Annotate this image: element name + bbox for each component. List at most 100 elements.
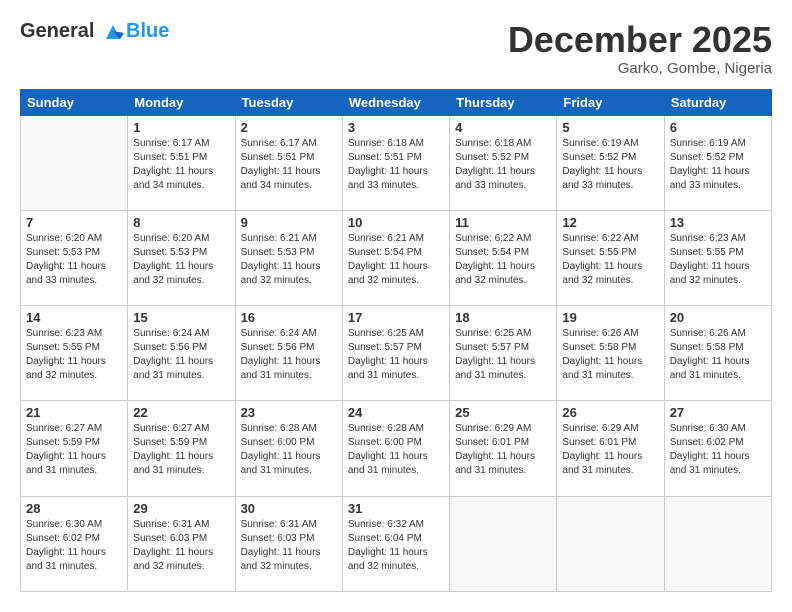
page: General Blue December 2025 Garko, Gombe,… [0,0,792,612]
calendar-cell: 18 Sunrise: 6:25 AMSunset: 5:57 PMDayligh… [450,306,557,401]
day-number: 18 [455,310,551,325]
day-number: 9 [241,215,337,230]
cell-info: Sunrise: 6:27 AMSunset: 5:59 PMDaylight:… [26,422,122,478]
day-number: 30 [241,501,337,516]
day-number: 8 [133,215,229,230]
calendar-cell: 23 Sunrise: 6:28 AMSunset: 6:00 PMDayligh… [235,401,342,496]
day-number: 7 [26,215,122,230]
cell-info: Sunrise: 6:30 AMSunset: 6:02 PMDaylight:… [26,518,122,574]
day-number: 5 [562,120,658,135]
header-friday: Friday [557,89,664,115]
cell-info: Sunrise: 6:17 AMSunset: 5:51 PMDaylight:… [133,137,229,193]
cell-info: Sunrise: 6:24 AMSunset: 5:56 PMDaylight:… [133,327,229,383]
location: Garko, Gombe, Nigeria [508,60,772,77]
cell-info: Sunrise: 6:25 AMSunset: 5:57 PMDaylight:… [348,327,444,383]
calendar-cell: 31 Sunrise: 6:32 AMSunset: 6:04 PMDayligh… [342,496,449,591]
day-number: 11 [455,215,551,230]
logo: General Blue [20,20,169,43]
cell-info: Sunrise: 6:23 AMSunset: 5:55 PMDaylight:… [670,232,766,288]
calendar-cell [450,496,557,591]
calendar-cell [664,496,771,591]
calendar-cell: 2Sunrise: 6:17 AMSunset: 5:51 PMDaylight… [235,115,342,210]
day-number: 20 [670,310,766,325]
header-tuesday: Tuesday [235,89,342,115]
day-number: 19 [562,310,658,325]
day-number: 28 [26,501,122,516]
calendar-cell: 30 Sunrise: 6:31 AMSunset: 6:03 PMDayligh… [235,496,342,591]
calendar-cell: 7Sunrise: 6:20 AMSunset: 5:53 PMDaylight… [21,210,128,305]
cell-info: Sunrise: 6:22 AMSunset: 5:55 PMDaylight:… [562,232,658,288]
day-number: 26 [562,405,658,420]
calendar-cell: 9Sunrise: 6:21 AMSunset: 5:53 PMDaylight… [235,210,342,305]
cell-info: Sunrise: 6:31 AMSunset: 6:03 PMDaylight:… [241,518,337,574]
calendar-cell: 6 Sunrise: 6:19 AMSunset: 5:52 PMDaylight… [664,115,771,210]
calendar-cell: 24 Sunrise: 6:28 AMSunset: 6:00 PMDayligh… [342,401,449,496]
cell-info: Sunrise: 6:19 AMSunset: 5:52 PMDaylight:… [562,137,658,193]
header-monday: Monday [128,89,235,115]
calendar-cell: 25Sunrise: 6:29 AMSunset: 6:01 PMDayligh… [450,401,557,496]
cell-info: Sunrise: 6:19 AMSunset: 5:52 PMDaylight:… [670,137,766,193]
cell-info: Sunrise: 6:20 AMSunset: 5:53 PMDaylight:… [133,232,229,288]
calendar-cell: 14 Sunrise: 6:23 AMSunset: 5:55 PMDayligh… [21,306,128,401]
cell-info: Sunrise: 6:18 AMSunset: 5:51 PMDaylight:… [348,137,444,193]
cell-info: Sunrise: 6:18 AMSunset: 5:52 PMDaylight:… [455,137,551,193]
header: General Blue December 2025 Garko, Gombe,… [20,20,772,77]
day-number: 10 [348,215,444,230]
day-number: 1 [133,120,229,135]
calendar-cell: 26 Sunrise: 6:29 AMSunset: 6:01 PMDayligh… [557,401,664,496]
calendar-cell: 27 Sunrise: 6:30 AMSunset: 6:02 PMDayligh… [664,401,771,496]
header-saturday: Saturday [664,89,771,115]
day-number: 17 [348,310,444,325]
calendar-cell: 3 Sunrise: 6:18 AMSunset: 5:51 PMDaylight… [342,115,449,210]
day-number: 31 [348,501,444,516]
cell-info: Sunrise: 6:28 AMSunset: 6:00 PMDaylight:… [241,422,337,478]
day-number: 21 [26,405,122,420]
day-number: 2 [241,120,337,135]
cell-info: Sunrise: 6:25 AMSunset: 5:57 PMDaylight:… [455,327,551,383]
cell-info: Sunrise: 6:31 AMSunset: 6:03 PMDaylight:… [133,518,229,574]
day-number: 14 [26,310,122,325]
day-number: 16 [241,310,337,325]
day-number: 13 [670,215,766,230]
calendar-cell: 5 Sunrise: 6:19 AMSunset: 5:52 PMDaylight… [557,115,664,210]
header-thursday: Thursday [450,89,557,115]
day-number: 22 [133,405,229,420]
day-number: 12 [562,215,658,230]
day-number: 15 [133,310,229,325]
calendar-cell [21,115,128,210]
calendar-cell: 11Sunrise: 6:22 AMSunset: 5:54 PMDayligh… [450,210,557,305]
cell-info: Sunrise: 6:26 AMSunset: 5:58 PMDaylight:… [670,327,766,383]
cell-info: Sunrise: 6:32 AMSunset: 6:04 PMDaylight:… [348,518,444,574]
calendar-cell: 12 Sunrise: 6:22 AMSunset: 5:55 PMDayligh… [557,210,664,305]
cell-info: Sunrise: 6:29 AMSunset: 6:01 PMDaylight:… [562,422,658,478]
day-number: 4 [455,120,551,135]
calendar-header-row: Sunday Monday Tuesday Wednesday Thursday… [21,89,772,115]
calendar-cell: 17 Sunrise: 6:25 AMSunset: 5:57 PMDayligh… [342,306,449,401]
day-number: 6 [670,120,766,135]
header-wednesday: Wednesday [342,89,449,115]
calendar-cell: 10 Sunrise: 6:21 AMSunset: 5:54 PMDayligh… [342,210,449,305]
logo-icon [102,21,124,43]
day-number: 24 [348,405,444,420]
calendar-week-row: 21 Sunrise: 6:27 AMSunset: 5:59 PMDayligh… [21,401,772,496]
day-number: 27 [670,405,766,420]
header-sunday: Sunday [21,89,128,115]
logo-general: General [20,20,94,42]
calendar-cell: 29Sunrise: 6:31 AMSunset: 6:03 PMDayligh… [128,496,235,591]
cell-info: Sunrise: 6:21 AMSunset: 5:54 PMDaylight:… [348,232,444,288]
calendar-cell: 4 Sunrise: 6:18 AMSunset: 5:52 PMDaylight… [450,115,557,210]
title-block: December 2025 Garko, Gombe, Nigeria [508,20,772,77]
cell-info: Sunrise: 6:23 AMSunset: 5:55 PMDaylight:… [26,327,122,383]
calendar-cell [557,496,664,591]
cell-info: Sunrise: 6:26 AMSunset: 5:58 PMDaylight:… [562,327,658,383]
day-number: 23 [241,405,337,420]
calendar-cell: 21 Sunrise: 6:27 AMSunset: 5:59 PMDayligh… [21,401,128,496]
calendar-cell: 28 Sunrise: 6:30 AMSunset: 6:02 PMDayligh… [21,496,128,591]
day-number: 3 [348,120,444,135]
calendar-cell: 16Sunrise: 6:24 AMSunset: 5:56 PMDayligh… [235,306,342,401]
cell-info: Sunrise: 6:28 AMSunset: 6:00 PMDaylight:… [348,422,444,478]
logo-blue: Blue [126,20,169,42]
cell-info: Sunrise: 6:30 AMSunset: 6:02 PMDaylight:… [670,422,766,478]
month-title: December 2025 [508,20,772,60]
cell-info: Sunrise: 6:29 AMSunset: 6:01 PMDaylight:… [455,422,551,478]
